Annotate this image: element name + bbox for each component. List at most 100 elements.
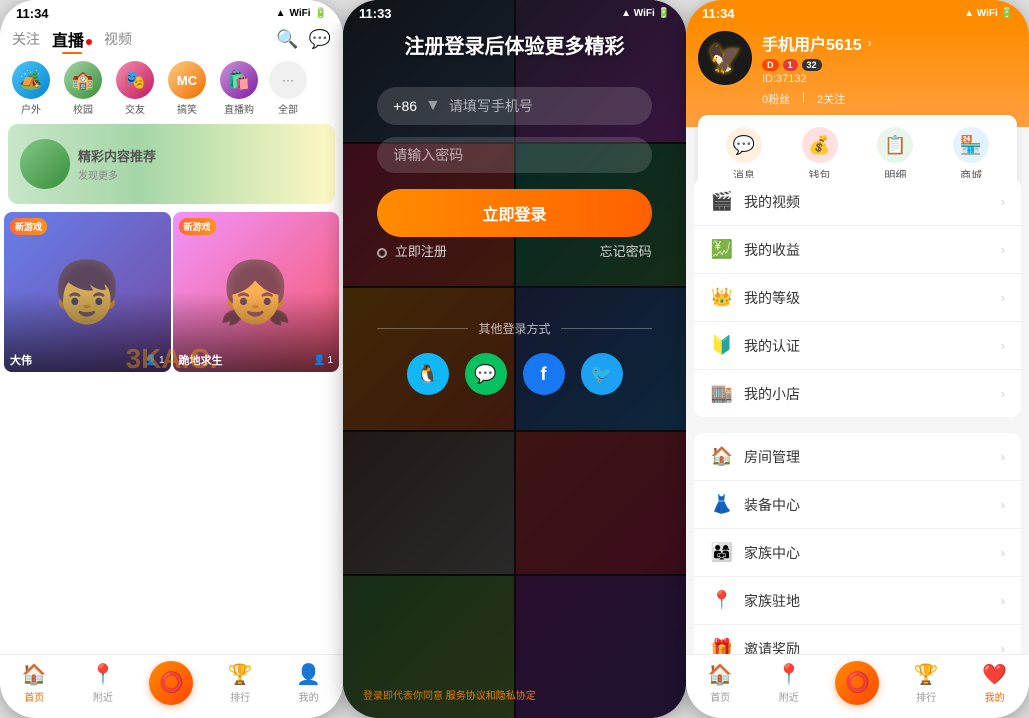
section-divider — [694, 417, 1021, 425]
wechat-login-btn[interactable]: 💬 — [465, 353, 507, 395]
nav-nearby[interactable]: 📍 附近 — [78, 662, 128, 704]
viewers-icon2: 👤 — [313, 355, 325, 366]
password-input-wrap — [377, 137, 651, 173]
cat-friends[interactable]: 🎭 交友 — [112, 61, 158, 116]
phone-screen1: 11:34 ▲ WiFi 🔋 关注 直播 视频 🔍 💬 🏕️ 户外 🏫 校园 🎭 — [0, 0, 343, 718]
terms-link[interactable]: 服务协议和隐私协定 — [446, 691, 536, 702]
menu-my-shop[interactable]: 🏬 我的小店 › — [694, 370, 1021, 417]
facebook-login-btn[interactable]: f — [523, 353, 565, 395]
nav-profile[interactable]: 👤 我的 — [284, 662, 334, 704]
menu-family[interactable]: 👨‍👩‍👧 家族中心 › — [694, 529, 1021, 577]
profile-chevron[interactable]: › — [868, 36, 872, 50]
menu-my-level[interactable]: 👑 我的等级 › — [694, 274, 1021, 322]
cat-outdoor[interactable]: 🏕️ 户外 — [8, 61, 54, 116]
more-icon: ··· — [269, 61, 307, 99]
nav3-profile[interactable]: ❤️ 我的 — [970, 662, 1020, 704]
menu-my-cert[interactable]: 🔰 我的认证 › — [694, 322, 1021, 370]
phone-screen3: 11:34 ▲ WiFi 🔋 🦅 手机用户5615 › D 1 32 ID:37… — [686, 0, 1029, 718]
phone-input[interactable] — [449, 98, 636, 114]
nav3-live-btn[interactable]: ⭕ — [835, 661, 879, 705]
menu-my-earnings[interactable]: 💹 我的收益 › — [694, 226, 1021, 274]
menu-group-2: 🏠 房间管理 › 👗 装备中心 › 👨‍👩‍👧 家族中心 › 📍 家族驻地 › … — [694, 433, 1021, 654]
search-icon[interactable]: 🔍 — [276, 29, 298, 50]
avatar[interactable]: 🦅 — [698, 31, 752, 85]
more-label: 全部 — [278, 101, 298, 116]
equip-icon: 👗 — [710, 494, 734, 515]
invite-label: 邀请奖励 — [744, 639, 991, 655]
banner-image — [20, 139, 70, 189]
arrow-icon-10: › — [1001, 642, 1005, 655]
nav-nearby-label: 附近 — [93, 689, 113, 704]
register-link[interactable]: 立即注册 — [377, 241, 447, 260]
card2-name: 跪地求生 — [179, 352, 223, 368]
tab-live[interactable]: 直播 — [52, 27, 92, 51]
family-label: 家族中心 — [744, 543, 991, 563]
invite-icon: 🎁 — [710, 638, 734, 654]
tab-video[interactable]: 视频 — [104, 29, 132, 49]
menu-invite[interactable]: 🎁 邀请奖励 › — [694, 625, 1021, 654]
message-icon[interactable]: 💬 — [309, 29, 331, 50]
live-card-1[interactable]: 👦 新游戏 大伟 👤 1 — [4, 212, 171, 372]
nav3-home[interactable]: 🏠 首页 — [695, 662, 745, 704]
nav-rank-label: 排行 — [230, 689, 250, 704]
twitter-login-btn[interactable]: 🐦 — [581, 353, 623, 395]
cat-live-shop[interactable]: 🛍️ 直播购 — [216, 61, 262, 116]
location-label: 家族驻地 — [744, 591, 991, 611]
nav-live-btn[interactable]: ⭕ — [149, 661, 193, 705]
divider-line-right — [561, 328, 652, 329]
card1-name: 大伟 — [10, 352, 32, 368]
status-icons-1: ▲ WiFi 🔋 — [276, 8, 327, 19]
nav3-center[interactable]: ⭕ — [832, 661, 882, 705]
cat-mc[interactable]: MC 搞笑 — [164, 61, 210, 116]
login-button[interactable]: 立即登录 — [377, 189, 651, 237]
level-icon: 👑 — [710, 287, 734, 308]
nav3-home-label: 首页 — [710, 689, 730, 704]
forgot-password-link[interactable]: 忘记密码 — [600, 241, 652, 260]
cat-campus[interactable]: 🏫 校园 — [60, 61, 106, 116]
follower-count: 0粉丝 — [762, 91, 790, 107]
live-card-2[interactable]: 👧 新游戏 跪地求生 👤 1 — [173, 212, 340, 372]
arrow-icon-5: › — [1001, 387, 1005, 401]
nav3-nearby[interactable]: 📍 附近 — [764, 662, 814, 704]
login-content: 注册登录后体验更多精彩 +86 ▼ 立即登录 立即注册 忘记密码 — [343, 0, 686, 718]
dropdown-icon[interactable]: ▼ — [425, 97, 441, 115]
tab-follow[interactable]: 关注 — [12, 29, 40, 49]
phone-input-wrap: +86 ▼ — [377, 87, 651, 125]
arrow-icon-4: › — [1001, 339, 1005, 353]
time-3: 11:34 — [702, 6, 735, 21]
time-2: 11:33 — [359, 6, 392, 21]
menu-room-mgmt[interactable]: 🏠 房间管理 › — [694, 433, 1021, 481]
s2-background: 11:33 ▲ WiFi 🔋 注册登录后体验更多精彩 +86 ▼ 立即登录 — [343, 0, 686, 718]
promo-banner[interactable]: 精彩内容推荐 发现更多 — [8, 124, 335, 204]
menu-my-videos[interactable]: 🎬 我的视频 › — [694, 178, 1021, 226]
twitter-icon: 🐦 — [590, 364, 612, 385]
bottom-nav-1: 🏠 首页 📍 附近 ⭕ 🏆 排行 👤 我的 — [0, 654, 343, 718]
nav-home[interactable]: 🏠 首页 — [9, 662, 59, 704]
status-bar-2: 11:33 ▲ WiFi 🔋 — [343, 0, 686, 23]
other-login-text: 其他登录方式 — [478, 320, 550, 337]
qq-login-btn[interactable]: 🐧 — [407, 353, 449, 395]
nav-rank[interactable]: 🏆 排行 — [215, 662, 265, 704]
nav-center[interactable]: ⭕ — [146, 661, 196, 705]
menu-family-location[interactable]: 📍 家族驻地 › — [694, 577, 1021, 625]
more-categories-btn[interactable]: ··· 全部 — [268, 61, 308, 116]
menu-group-1: 🎬 我的视频 › 💹 我的收益 › 👑 我的等级 › 🔰 我的认证 › 🏬 — [694, 178, 1021, 417]
level-badges: D 1 32 — [762, 59, 1017, 71]
my-videos-icon: 🎬 — [710, 191, 734, 212]
card2-bottom: 跪地求生 👤 1 — [173, 348, 340, 372]
status-bar-1: 11:34 ▲ WiFi 🔋 — [0, 0, 343, 23]
messages-icon: 💬 — [726, 127, 762, 163]
header-icons: 🔍 💬 — [276, 29, 331, 50]
menu-equipment[interactable]: 👗 装备中心 › — [694, 481, 1021, 529]
username-display: 手机用户5615 › — [762, 31, 1017, 55]
cat-mc-icon: MC — [168, 61, 206, 99]
card2-viewers: 👤 1 — [313, 355, 333, 366]
live-dot — [86, 39, 92, 45]
nav3-rank[interactable]: 🏆 排行 — [901, 662, 951, 704]
password-input[interactable] — [393, 147, 635, 163]
cat-campus-icon: 🏫 — [64, 61, 102, 99]
avatar-bird-icon: 🦅 — [708, 42, 743, 75]
live-btn-icon-3: ⭕ — [845, 670, 870, 695]
card1-viewers: 👤 1 — [144, 355, 164, 366]
login-title: 注册登录后体验更多精彩 — [405, 30, 625, 59]
